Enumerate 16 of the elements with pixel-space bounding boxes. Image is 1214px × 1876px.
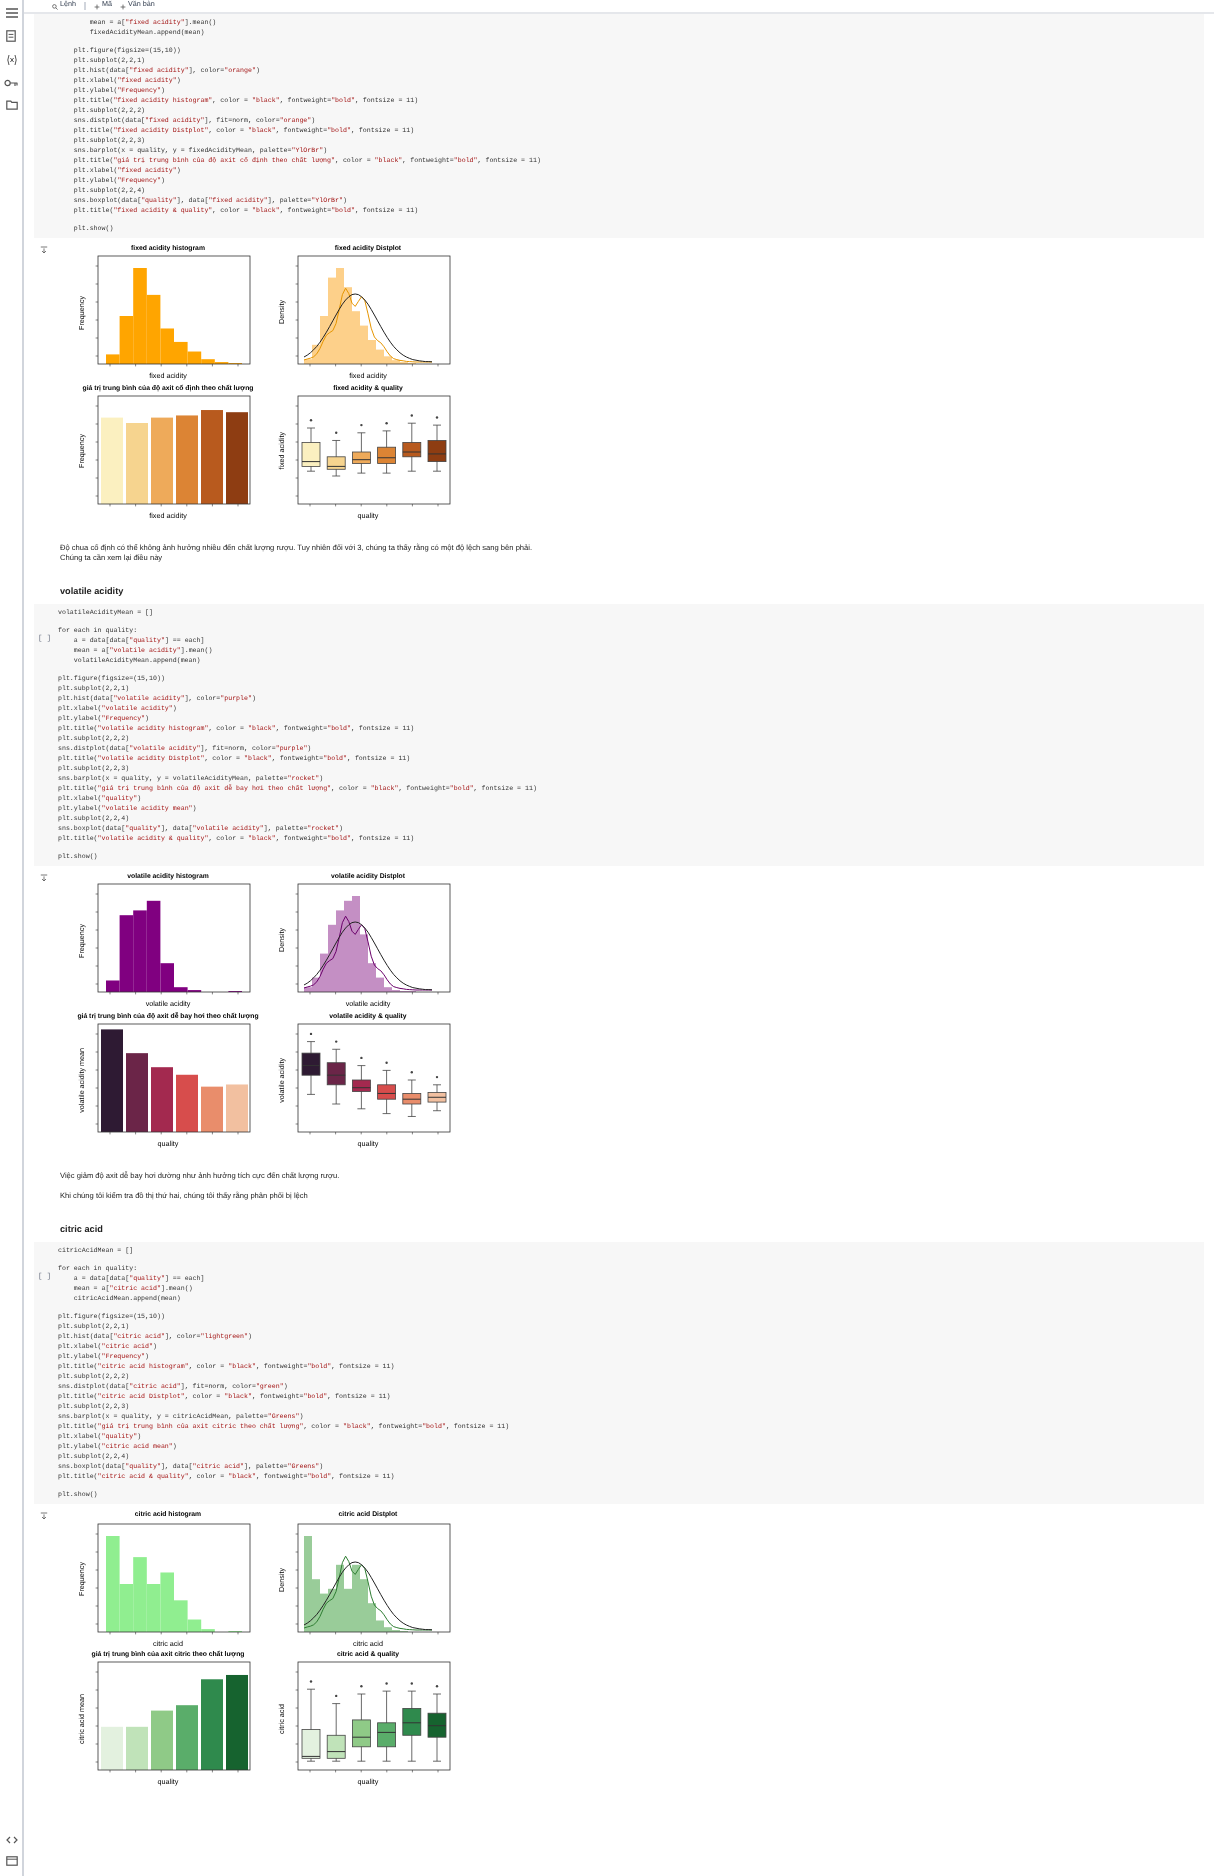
plus-icon (120, 3, 126, 9)
search-icon (52, 3, 58, 9)
output-icon[interactable] (40, 874, 48, 883)
variables-icon[interactable] (5, 54, 17, 66)
key-icon[interactable] (4, 78, 18, 88)
density-drawing (303, 896, 433, 993)
terminal-icon[interactable] (5, 1856, 17, 1866)
output-icon[interactable] (40, 1512, 48, 1521)
density-drawing (303, 1535, 433, 1632)
plus-icon (94, 3, 100, 9)
menu-icon[interactable] (5, 8, 17, 18)
output-icon[interactable] (40, 246, 48, 254)
folder-icon[interactable] (5, 100, 17, 110)
code-icon[interactable] (5, 1836, 17, 1844)
document-icon[interactable] (6, 30, 16, 42)
density-drawing (303, 268, 433, 365)
